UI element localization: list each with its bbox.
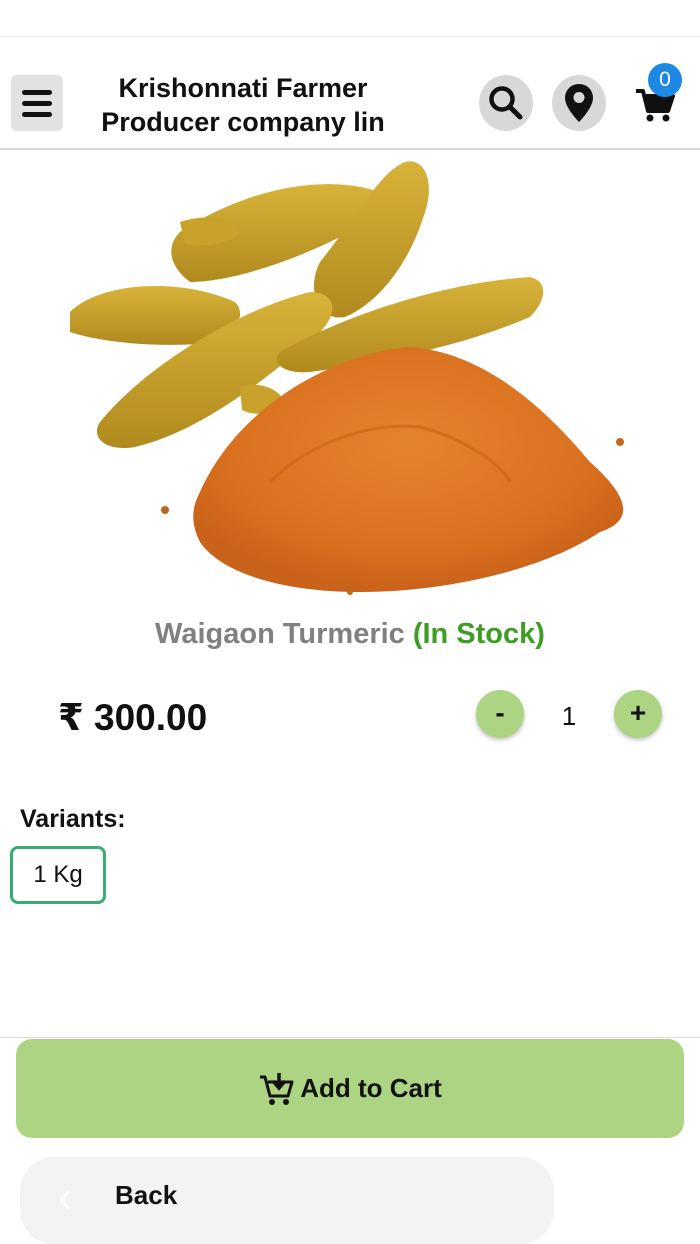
cart-count-badge: 0 — [648, 63, 682, 97]
product-image — [70, 161, 624, 595]
store-title: Krishonnati Farmer Producer company lin — [95, 71, 391, 137]
product-detail-screen: Krishonnati Farmer Producer company lin — [0, 0, 700, 1244]
menu-icon-bar — [22, 100, 52, 106]
variant-option-1kg[interactable]: 1 Kg — [10, 846, 106, 904]
menu-button[interactable] — [11, 75, 63, 131]
location-pin-icon — [565, 84, 593, 122]
status-bar — [0, 0, 700, 36]
app-header: Krishonnati Farmer Producer company lin — [0, 36, 700, 150]
add-to-cart-label: Add to Cart — [300, 1073, 442, 1103]
search-button[interactable] — [479, 75, 533, 131]
search-icon — [489, 86, 523, 120]
stock-status: (In Stock) — [412, 618, 545, 650]
add-to-cart-icon — [260, 1072, 294, 1105]
menu-icon-bar — [22, 111, 52, 117]
location-button[interactable] — [552, 75, 606, 131]
back-label: Back — [115, 1180, 178, 1210]
quantity-decrease-button[interactable]: - — [476, 690, 524, 738]
quantity-value: 1 — [561, 701, 577, 731]
quantity-increase-button[interactable]: + — [614, 690, 662, 738]
product-price: ₹ 300.00 — [58, 697, 208, 738]
add-to-cart-button[interactable]: Add to Cart — [16, 1039, 684, 1138]
divider — [0, 1037, 700, 1038]
chevron-left-icon — [58, 1190, 71, 1210]
variants-label: Variants: — [20, 805, 126, 833]
product-title-row: Waigaon Turmeric (In Stock) — [0, 614, 700, 654]
menu-icon-bar — [22, 89, 52, 95]
back-button[interactable]: Back — [20, 1157, 554, 1244]
store-title-line1: Krishonnati Farmer — [118, 73, 368, 103]
store-title-line2: Producer company lin — [101, 107, 385, 137]
product-name: Waigaon Turmeric — [155, 618, 405, 650]
